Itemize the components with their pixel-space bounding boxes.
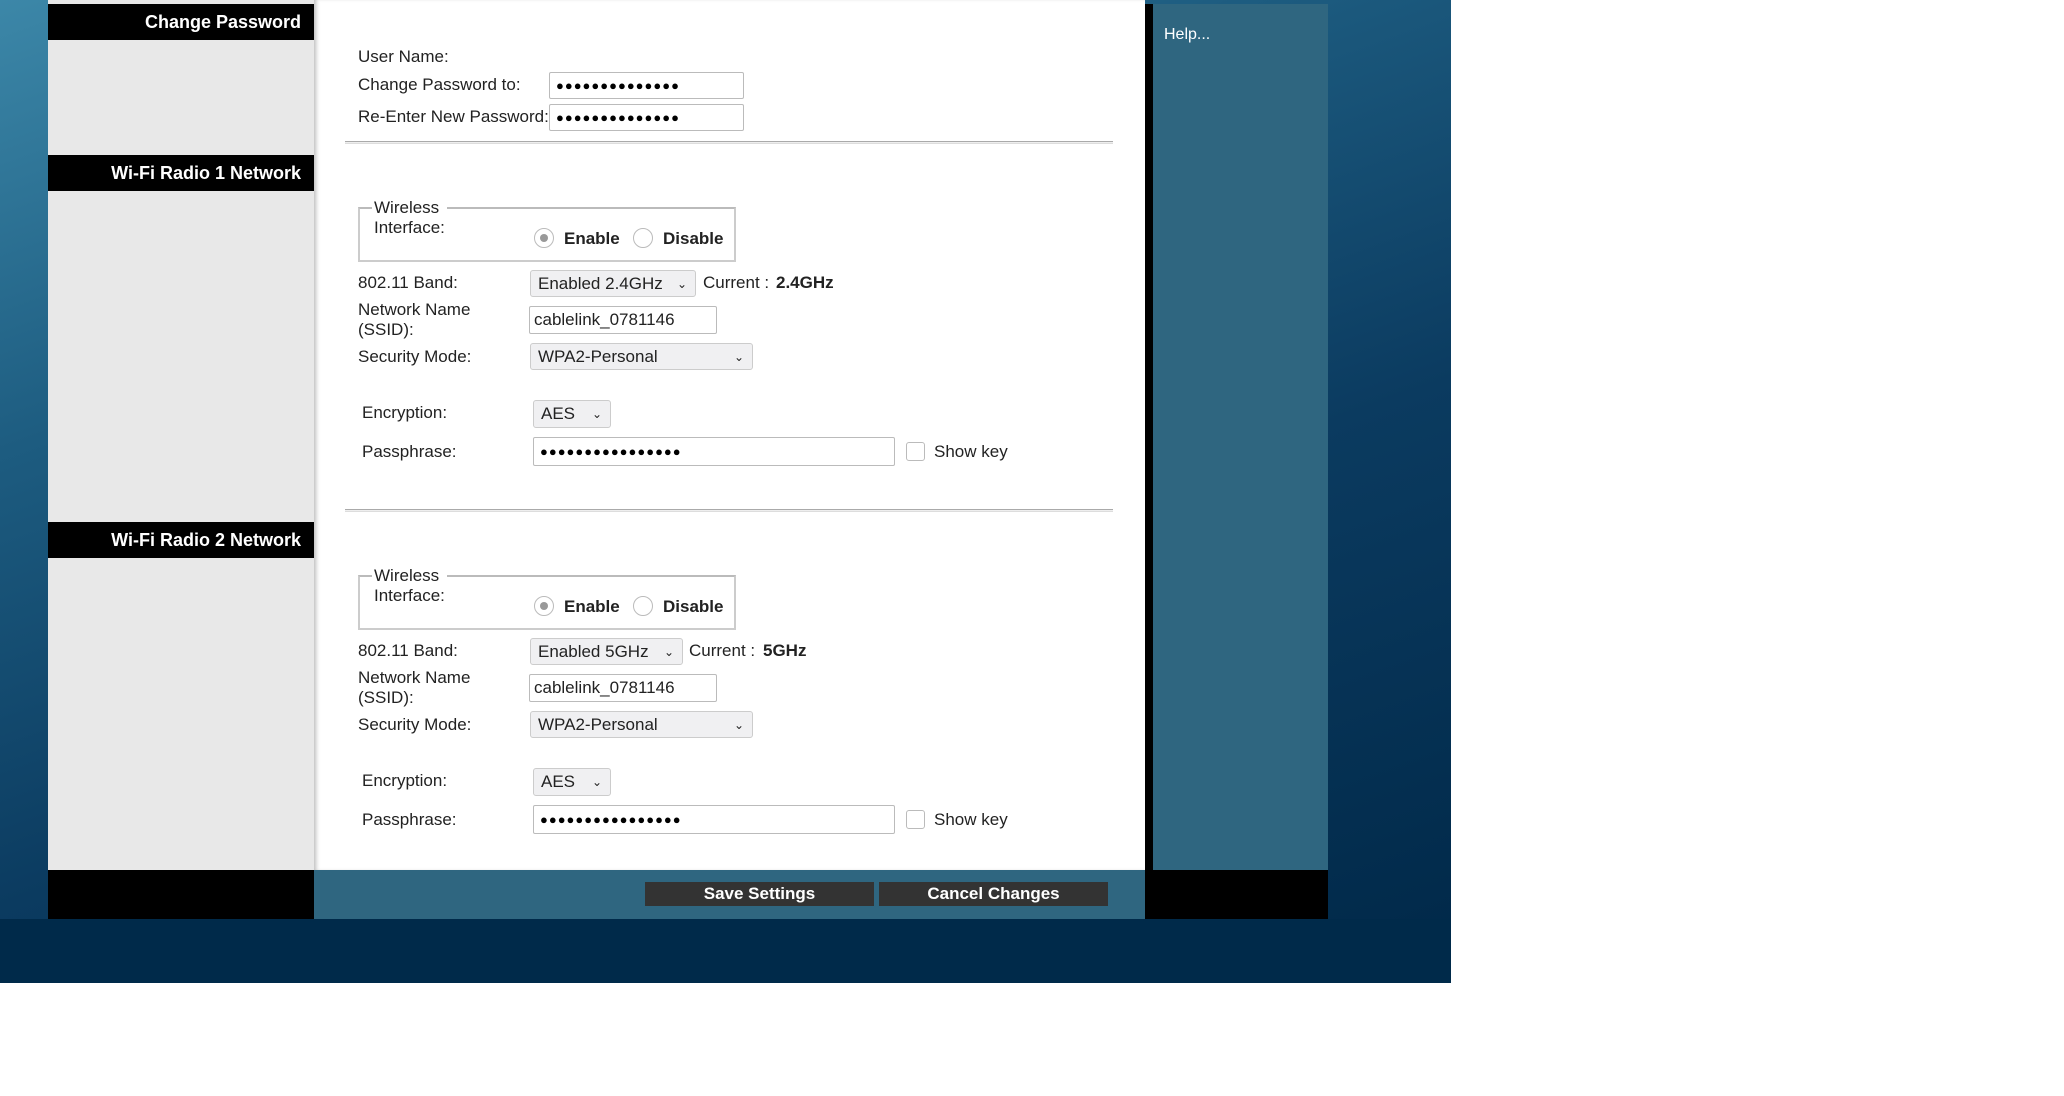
show-key-checkbox[interactable] [906,810,925,829]
disable-label[interactable]: Disable [663,229,723,249]
chevron-down-icon: ⌄ [733,717,744,732]
reenter-password-input[interactable]: ●●●●●●●●●●●●●● [549,104,744,131]
current-band-value: 5GHz [763,641,807,660]
show-key-label[interactable]: Show key [934,442,1008,462]
encryption-label: Encryption: [362,403,448,422]
show-key-checkbox[interactable] [906,442,925,461]
passphrase-input[interactable]: ●●●●●●●●●●●●●●●● [533,805,895,834]
sidebar [48,0,314,870]
band-value: Enabled 2.4GHz [538,273,663,293]
security-mode-select[interactable]: WPA2-Personal ⌄ [530,711,753,738]
ssid-label-2: (SSID): [358,688,414,707]
band-label: 802.11 Band: [358,273,458,292]
security-mode-select[interactable]: WPA2-Personal ⌄ [530,343,753,370]
band-value: Enabled 5GHz [538,641,649,661]
encryption-select[interactable]: AES ⌄ [533,768,611,796]
footer-left [48,870,314,919]
enable-label[interactable]: Enable [564,597,620,617]
security-mode-label: Security Mode: [358,715,472,734]
security-mode-value: WPA2-Personal [538,346,658,366]
ssid-label: Network Name [358,668,471,687]
save-settings-button[interactable]: Save Settings [645,882,874,906]
chevron-down-icon: ⌄ [591,407,602,421]
cancel-changes-button[interactable]: Cancel Changes [879,882,1108,906]
ssid-input[interactable]: cablelink_0781146 [529,674,717,702]
change-password-input[interactable]: ●●●●●●●●●●●●●● [549,72,744,99]
divider [345,141,1113,144]
reenter-password-label: Re-Enter New Password: [358,107,549,126]
chevron-down-icon: ⌄ [663,644,674,659]
user-name-label: User Name: [358,47,449,66]
show-key-label[interactable]: Show key [934,810,1008,830]
ssid-value: cablelink_0781146 [534,678,675,697]
section-header-change-password: Change Password [48,4,314,40]
enable-radio[interactable] [534,228,554,248]
ssid-label-2: (SSID): [358,320,414,339]
enable-radio[interactable] [534,596,554,616]
bottom-band [0,919,1451,983]
ssid-label: Network Name [358,300,471,319]
help-panel: Help... [1153,4,1328,870]
ssid-value: cablelink_0781146 [534,310,675,329]
band-label: 802.11 Band: [358,641,458,660]
encryption-label: Encryption: [362,771,448,790]
encryption-value: AES [541,772,576,791]
passphrase-label: Passphrase: [362,442,457,461]
encryption-value: AES [541,404,576,423]
security-mode-value: WPA2-Personal [538,714,658,734]
security-mode-label: Security Mode: [358,347,472,366]
disable-radio[interactable] [633,596,653,616]
section-header-radio1: Wi-Fi Radio 1 Network [48,155,314,191]
help-link[interactable]: Help... [1164,26,1210,43]
wireless-interface-legend: Wireless Interface: [372,198,447,238]
passphrase-mask: ●●●●●●●●●●●●●●●● [540,444,682,459]
section-header-radio2: Wi-Fi Radio 2 Network [48,522,314,558]
password-mask: ●●●●●●●●●●●●●● [556,110,680,125]
enable-label[interactable]: Enable [564,229,620,249]
band-select[interactable]: Enabled 2.4GHz ⌄ [530,270,696,297]
current-band-value: 2.4GHz [776,273,834,292]
disable-label[interactable]: Disable [663,597,723,617]
footer-right [1145,870,1328,919]
ssid-input[interactable]: cablelink_0781146 [529,306,717,334]
change-password-label: Change Password to: [358,75,521,94]
current-band-label: Current : [689,641,756,660]
chevron-down-icon: ⌄ [676,276,687,291]
divider [345,509,1113,512]
wireless-interface-legend: Wireless Interface: [372,566,447,606]
password-mask: ●●●●●●●●●●●●●● [556,78,680,93]
passphrase-input[interactable]: ●●●●●●●●●●●●●●●● [533,437,895,466]
passphrase-mask: ●●●●●●●●●●●●●●●● [540,812,682,827]
current-band-label: Current : [703,273,770,292]
help-divider [1145,4,1153,870]
disable-radio[interactable] [633,228,653,248]
encryption-select[interactable]: AES ⌄ [533,400,611,428]
passphrase-label: Passphrase: [362,810,457,829]
band-select[interactable]: Enabled 5GHz ⌄ [530,638,683,665]
chevron-down-icon: ⌄ [733,349,744,364]
chevron-down-icon: ⌄ [591,775,602,789]
